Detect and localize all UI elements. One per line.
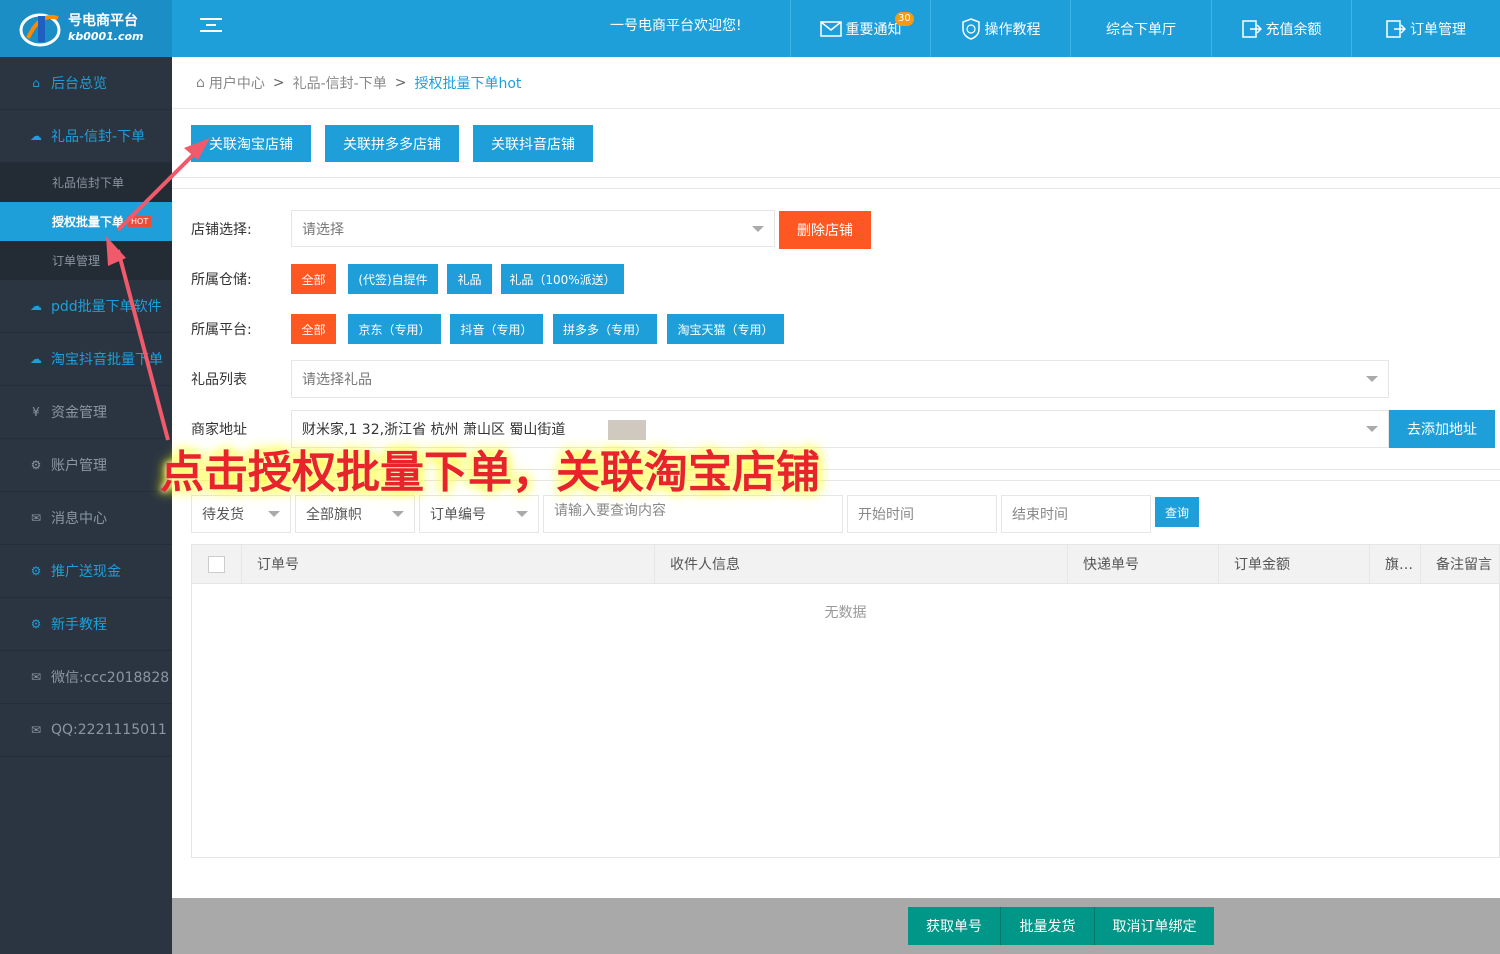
annotation-text: 点击授权批量下单，关联淘宝店铺 <box>160 447 820 498</box>
